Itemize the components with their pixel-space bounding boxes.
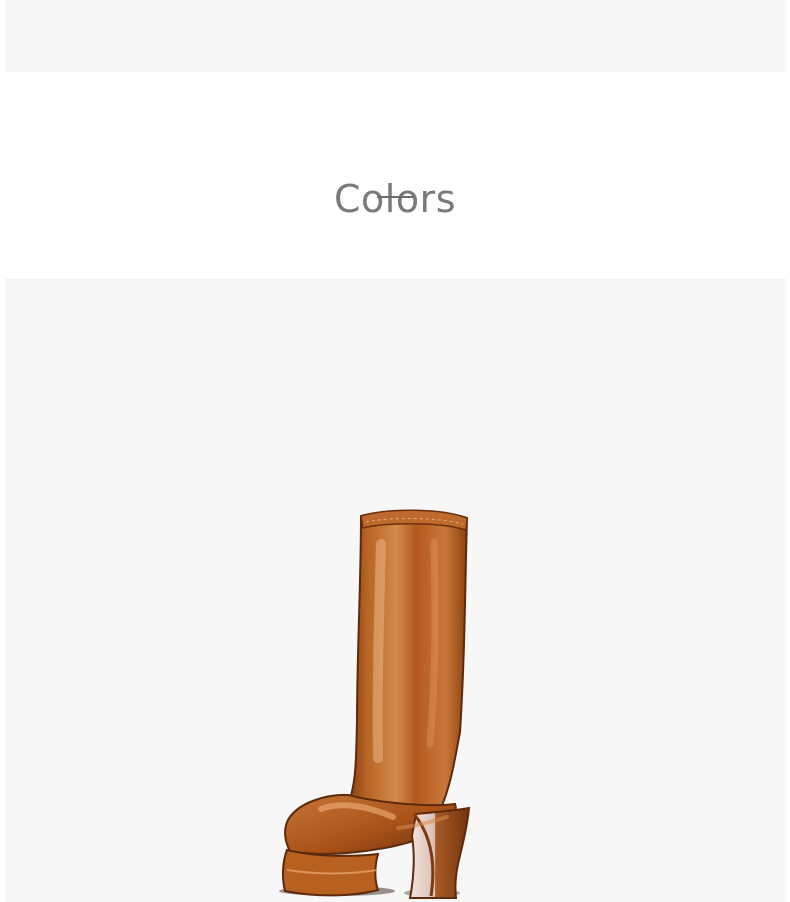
product-image-panel [5, 278, 786, 902]
section-title: Colors [333, 176, 456, 221]
top-image-panel [5, 0, 786, 72]
boot-icon [265, 508, 495, 902]
colors-section-heading: Colors [0, 140, 790, 257]
title-underline [377, 196, 413, 198]
